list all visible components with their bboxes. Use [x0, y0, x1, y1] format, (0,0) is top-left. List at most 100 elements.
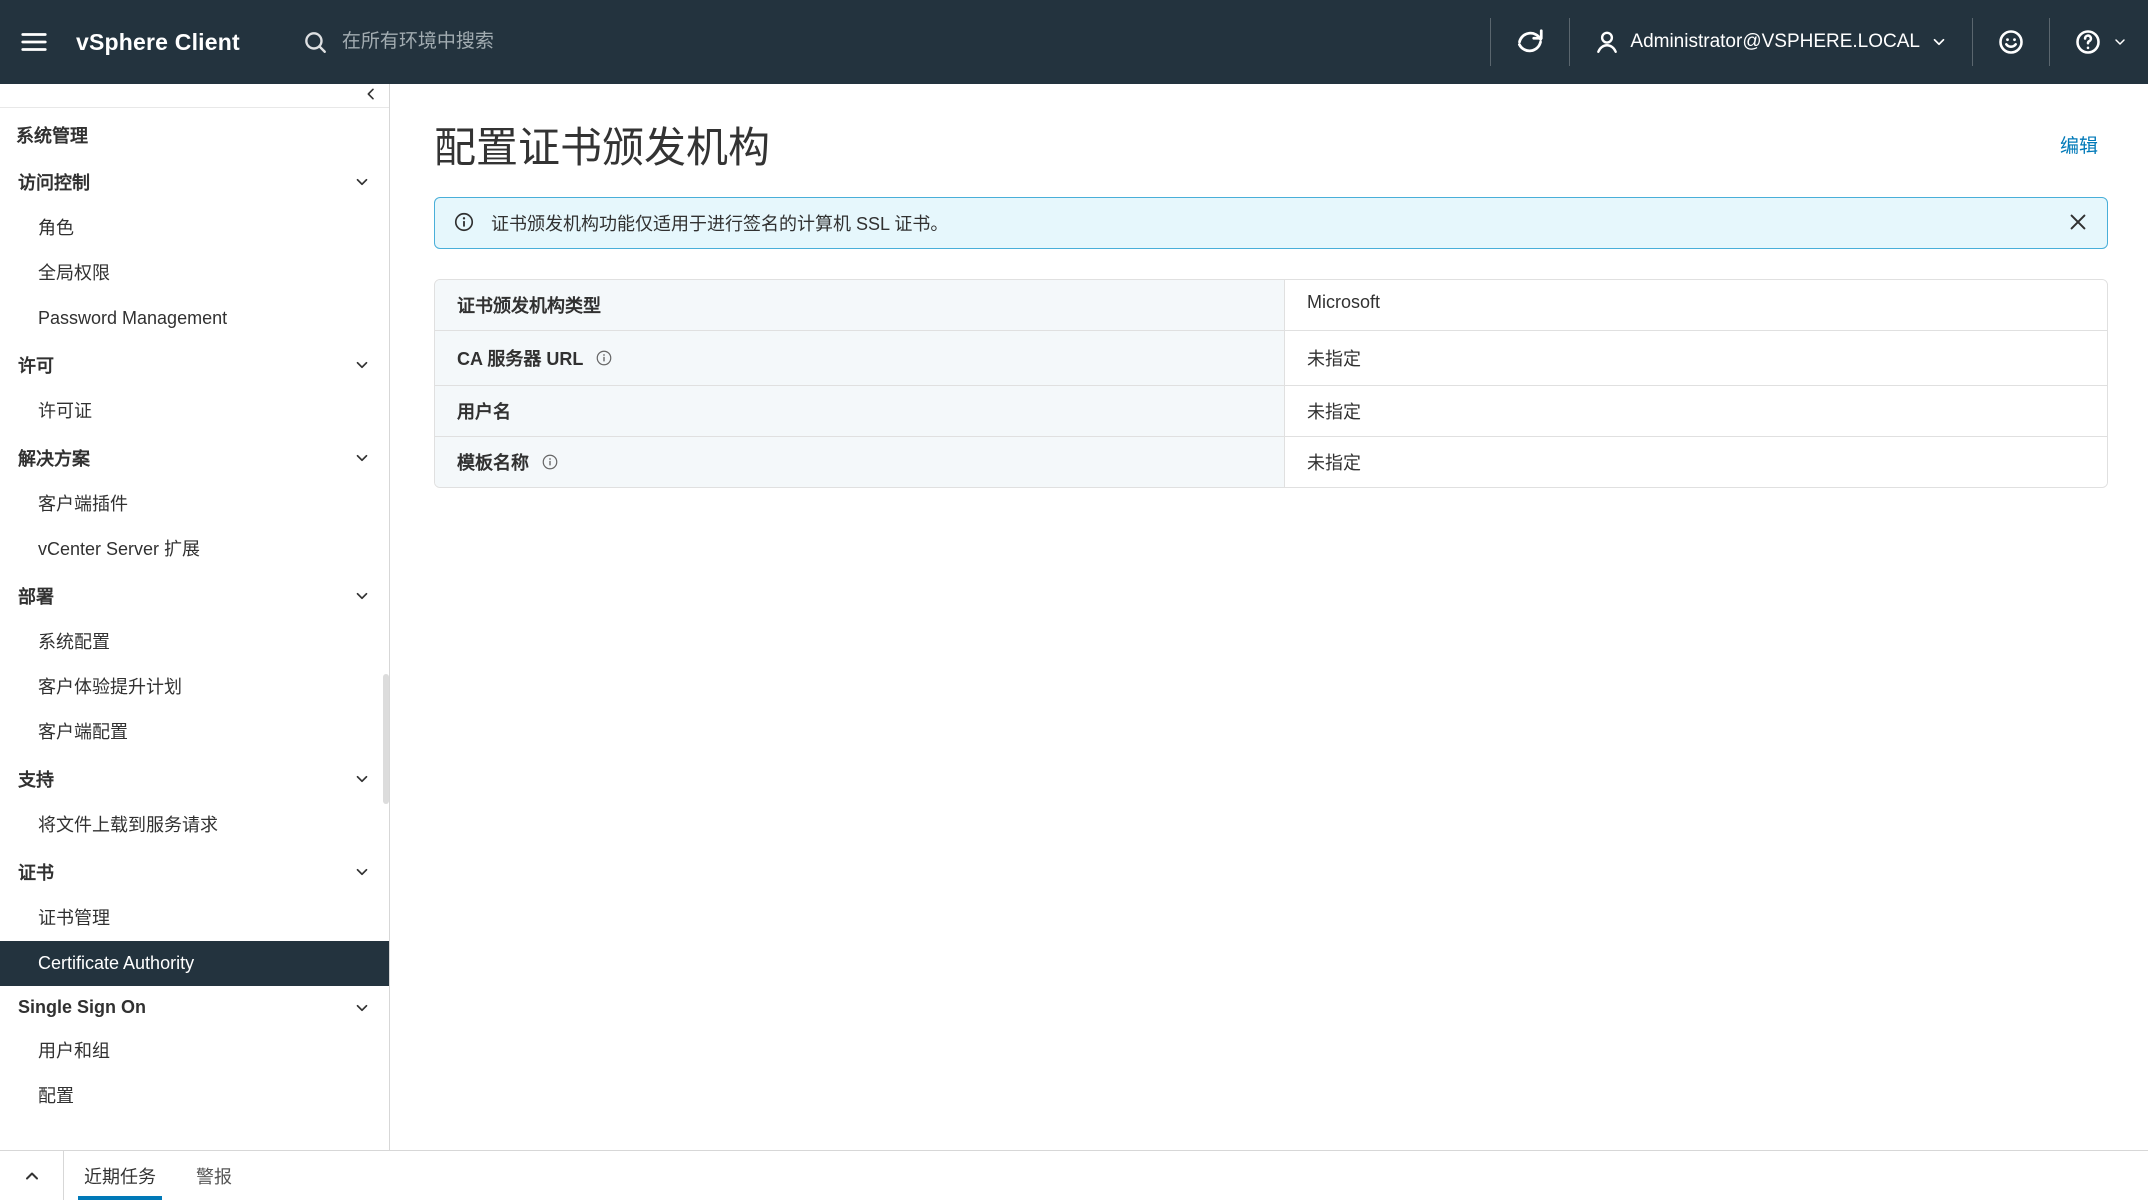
nav-section-heading[interactable]: 支持	[0, 755, 389, 803]
main-header: 配置证书颁发机构 编辑	[434, 114, 2108, 175]
refresh-icon	[1515, 27, 1545, 57]
smiley-icon	[1997, 28, 2025, 56]
help-menu[interactable]	[2068, 28, 2134, 56]
config-label-cell: 用户名	[435, 385, 1285, 436]
bottom-bar-tab[interactable]: 警报	[176, 1151, 252, 1200]
nav-item[interactable]: 证书管理	[0, 896, 389, 941]
hamburger-menu-button[interactable]	[14, 22, 54, 62]
chevron-down-icon	[353, 449, 371, 467]
nav-item[interactable]: 全局权限	[0, 251, 389, 296]
nav-section-heading[interactable]: 访问控制	[0, 158, 389, 206]
nav-item[interactable]: 系统配置	[0, 620, 389, 665]
table-row: CA 服务器 URL 未指定	[435, 330, 2107, 385]
nav-item[interactable]: 用户和组	[0, 1029, 389, 1074]
info-icon	[453, 211, 475, 236]
nav-item[interactable]: 许可证	[0, 389, 389, 434]
config-value-cell: Microsoft	[1285, 280, 2107, 330]
info-banner-text: 证书颁发机构功能仅适用于进行签名的计算机 SSL 证书。	[491, 210, 2051, 236]
nav-section-heading[interactable]: 解决方案	[0, 434, 389, 482]
nav-item[interactable]: 将文件上载到服务请求	[0, 803, 389, 848]
config-value-cell: 未指定	[1285, 436, 2107, 487]
user-menu[interactable]: Administrator@VSPHERE.LOCAL	[1588, 29, 1954, 55]
body: 系统管理 访问控制角色全局权限Password Management 许可许可证解…	[0, 84, 2148, 1150]
search-input[interactable]	[342, 31, 722, 53]
header-bar: vSphere Client Administrator@VSPHERE.LOC…	[0, 0, 2148, 84]
nav-section-heading[interactable]: Single Sign On	[0, 986, 389, 1029]
nav-item[interactable]: 角色	[0, 206, 389, 251]
info-banner: 证书颁发机构功能仅适用于进行签名的计算机 SSL 证书。	[434, 197, 2108, 249]
nav-heading-label: 支持	[18, 766, 54, 792]
chevron-left-icon	[363, 86, 379, 102]
config-label-cell: 证书颁发机构类型	[435, 280, 1285, 330]
header-left: vSphere Client	[14, 22, 722, 62]
header-separator	[2049, 18, 2050, 66]
config-label-cell: 模板名称	[435, 436, 1285, 487]
feedback-button[interactable]	[1991, 28, 2031, 56]
main-content: 配置证书颁发机构 编辑 证书颁发机构功能仅适用于进行签名的计算机 SSL 证书。…	[390, 84, 2148, 1150]
sidebar-scrollbar[interactable]	[383, 674, 389, 804]
chevron-down-icon	[353, 173, 371, 191]
refresh-button[interactable]	[1509, 27, 1551, 57]
nav-heading-label: Single Sign On	[18, 997, 146, 1018]
header-separator	[1569, 18, 1570, 66]
nav-item[interactable]: 配置	[0, 1074, 389, 1119]
nav-heading-label: 许可	[18, 352, 54, 378]
info-banner-close[interactable]	[2067, 211, 2089, 236]
header-separator	[1490, 18, 1491, 66]
sidebar-collapse-button[interactable]	[363, 86, 379, 105]
info-icon[interactable]	[595, 349, 613, 367]
nav-item[interactable]: vCenter Server 扩展	[0, 527, 389, 572]
edit-button[interactable]: 编辑	[2060, 131, 2098, 158]
bottom-bar: 近期任务警报	[0, 1150, 2148, 1200]
user-icon	[1594, 29, 1620, 55]
nav-item[interactable]: 客户体验提升计划	[0, 665, 389, 710]
config-label-text: CA 服务器 URL	[457, 345, 583, 371]
nav-heading-label: 解决方案	[18, 445, 90, 471]
table-row: 证书颁发机构类型 Microsoft	[435, 280, 2107, 330]
nav-section-heading[interactable]: 证书	[0, 848, 389, 896]
bottom-bar-expand[interactable]	[0, 1151, 64, 1200]
nav-item[interactable]: 客户端插件	[0, 482, 389, 527]
nav-heading-label: 证书	[18, 859, 54, 885]
chevron-down-icon	[2112, 34, 2128, 50]
nav-heading-label: 部署	[18, 583, 54, 609]
chevron-down-icon	[353, 770, 371, 788]
table-row: 用户名 未指定	[435, 385, 2107, 436]
sidebar-title: 系统管理	[0, 108, 389, 158]
header-separator	[1972, 18, 1973, 66]
nav-item[interactable]: 客户端配置	[0, 710, 389, 755]
info-icon[interactable]	[541, 453, 559, 471]
page-title: 配置证书颁发机构	[434, 114, 770, 175]
config-label-text: 证书颁发机构类型	[457, 292, 601, 318]
user-label: Administrator@VSPHERE.LOCAL	[1630, 31, 1920, 53]
config-value-cell: 未指定	[1285, 330, 2107, 385]
header-right: Administrator@VSPHERE.LOCAL	[1472, 18, 2134, 66]
bottom-bar-tabs: 近期任务警报	[64, 1151, 252, 1200]
config-label-text: 模板名称	[457, 449, 529, 475]
config-label-cell: CA 服务器 URL	[435, 330, 1285, 385]
chevron-down-icon	[353, 587, 371, 605]
nav-section-heading[interactable]: 部署	[0, 572, 389, 620]
sidebar-nav: 访问控制角色全局权限Password Management 许可许可证解决方案客户…	[0, 158, 389, 1119]
hamburger-icon	[19, 27, 49, 57]
chevron-up-icon	[22, 1166, 42, 1186]
search-icon	[302, 29, 328, 55]
config-value-cell: 未指定	[1285, 385, 2107, 436]
close-icon	[2067, 211, 2089, 233]
help-icon	[2074, 28, 2102, 56]
table-row: 模板名称 未指定	[435, 436, 2107, 487]
chevron-down-icon	[353, 999, 371, 1017]
nav-heading-label: 访问控制	[18, 169, 90, 195]
sidebar-collapse-row	[0, 84, 389, 108]
nav-item[interactable]: Password Management	[0, 296, 389, 341]
global-search[interactable]	[302, 29, 722, 55]
nav-item[interactable]: Certificate Authority	[0, 941, 389, 986]
config-label-text: 用户名	[457, 398, 511, 424]
nav-section-heading[interactable]: 许可	[0, 341, 389, 389]
chevron-down-icon	[353, 356, 371, 374]
brand-title: vSphere Client	[76, 29, 240, 56]
sidebar: 系统管理 访问控制角色全局权限Password Management 许可许可证解…	[0, 84, 390, 1150]
chevron-down-icon	[353, 863, 371, 881]
config-table: 证书颁发机构类型MicrosoftCA 服务器 URL未指定用户名未指定模板名称…	[434, 279, 2108, 488]
bottom-bar-tab[interactable]: 近期任务	[64, 1151, 176, 1200]
